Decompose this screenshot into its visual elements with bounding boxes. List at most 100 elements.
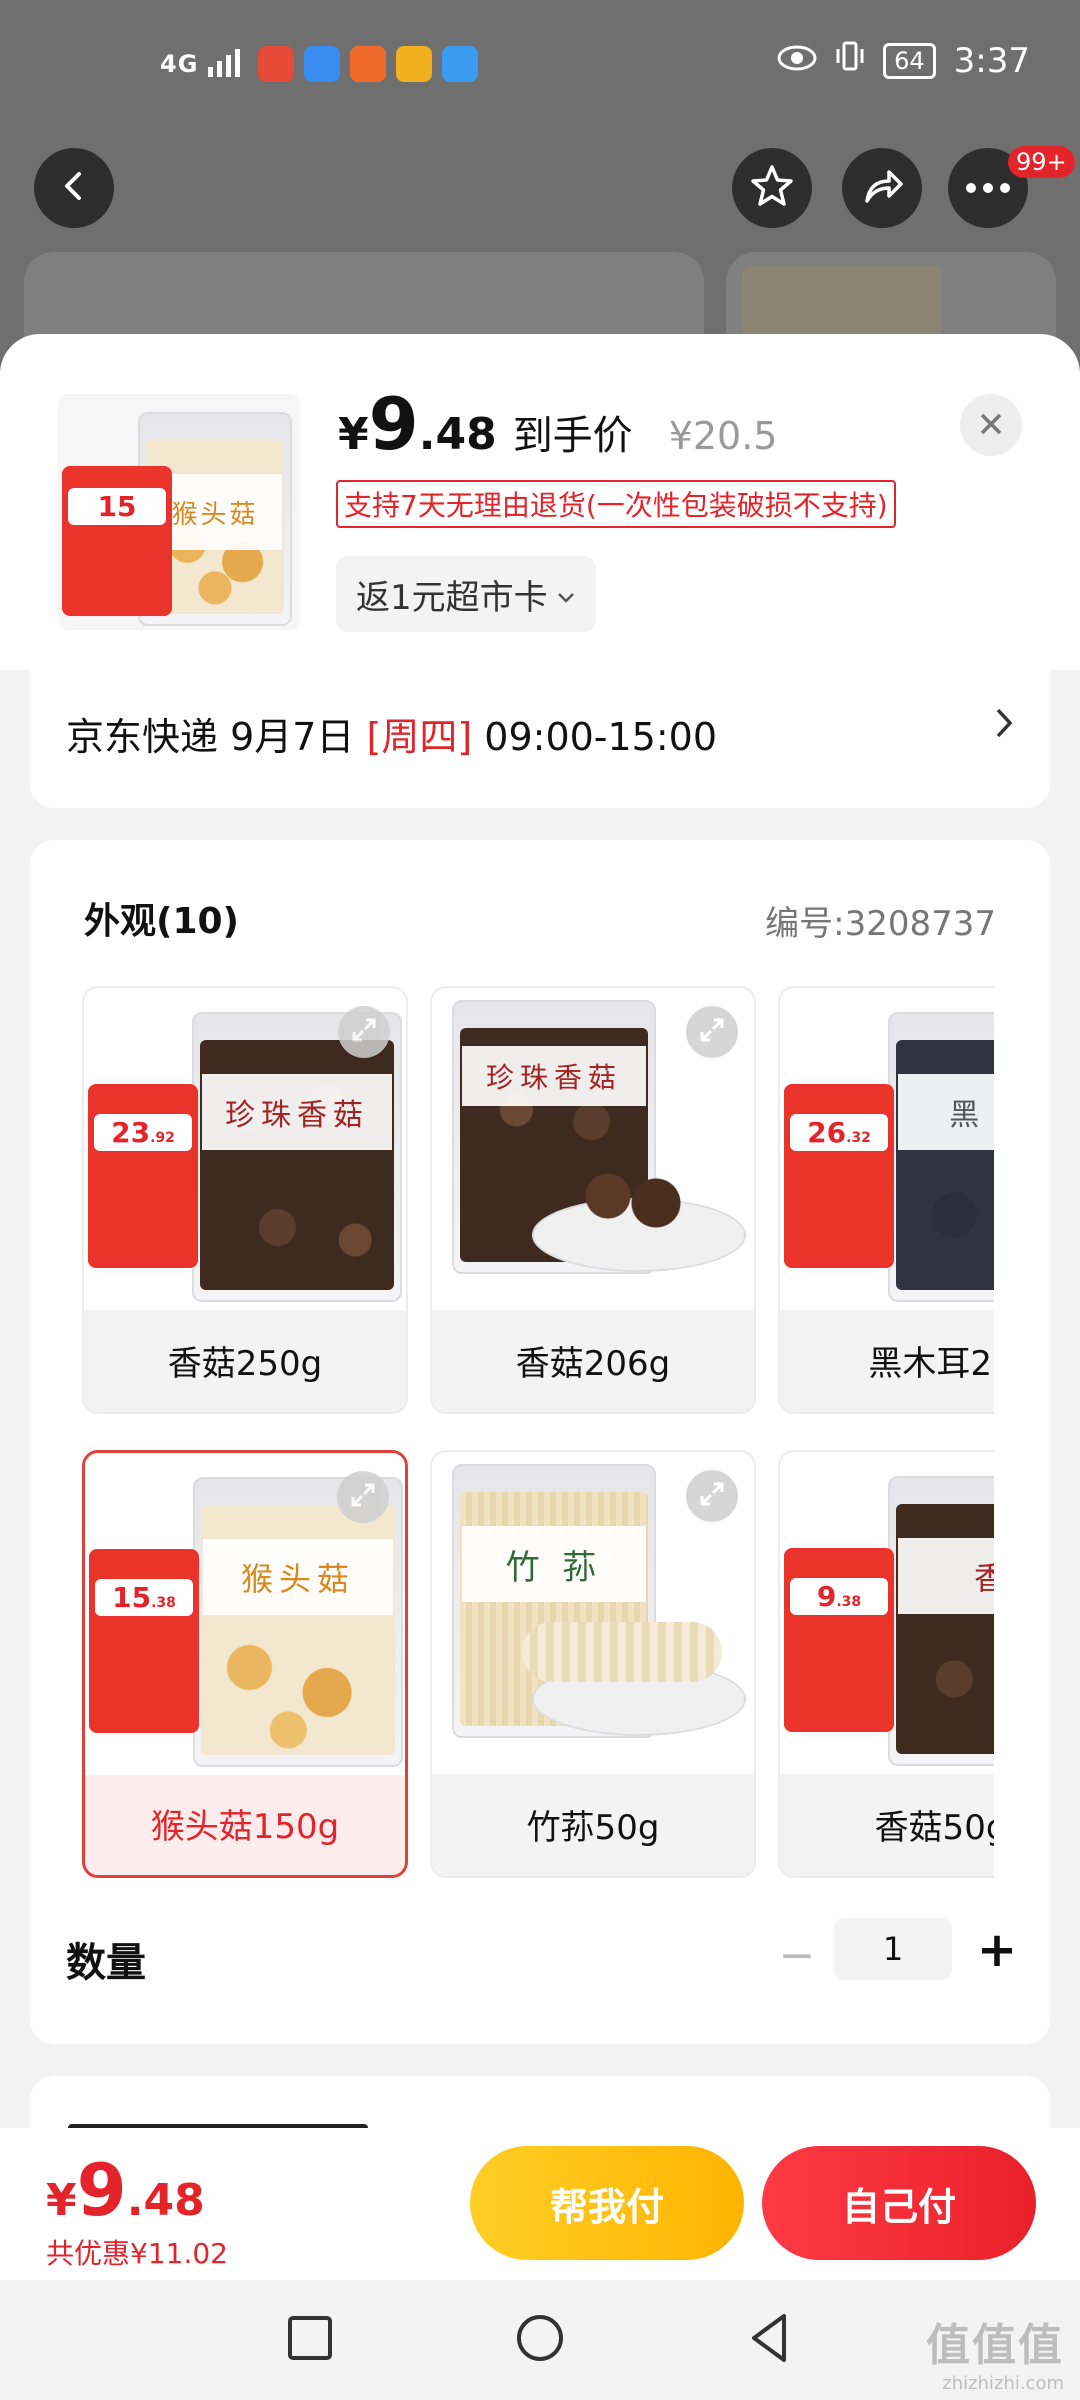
eye-icon bbox=[777, 41, 817, 81]
variant-image: 香 9.38 bbox=[780, 1452, 994, 1774]
product-thumbnail[interactable]: 猴头菇 15 bbox=[58, 394, 300, 630]
total-currency: ¥ bbox=[46, 2175, 77, 2226]
cashback-label: 返1元超市卡 bbox=[356, 577, 548, 618]
variant-label: 黑木耳25 bbox=[868, 1343, 994, 1384]
status-right: 64 3:37 bbox=[777, 40, 1030, 81]
variant-image: 珍珠香菇 23.92 bbox=[84, 988, 406, 1310]
pack-label: 珍珠香菇 bbox=[202, 1074, 392, 1150]
expand-button[interactable] bbox=[686, 1006, 738, 1058]
price-decimal: .48 bbox=[418, 409, 497, 460]
variant-grid: 珍珠香菇 23.92 香菇250g 珍珠香菇 香菇206g 黑 26.32 黑木… bbox=[82, 986, 994, 1886]
checkout-bar: ¥ 9 .48 共优惠¥11.02 帮我付 自己付 bbox=[0, 2128, 1080, 2280]
promo-price: 15 bbox=[112, 1581, 152, 1614]
variant-image: 猴头菇 15.38 bbox=[85, 1453, 405, 1775]
browser-app-icon bbox=[304, 46, 341, 82]
promo-price-decimal: .38 bbox=[151, 1595, 176, 1611]
status-left: 4G bbox=[160, 46, 479, 82]
pay-myself-button[interactable]: 自己付 bbox=[762, 2146, 1036, 2260]
variant-card[interactable]: 竹 荪 竹荪50g bbox=[430, 1450, 756, 1878]
variant-section: 外观(10) 编号:3208737 珍珠香菇 23.92 香菇250g 珍珠香菇… bbox=[30, 840, 1050, 2044]
star-icon bbox=[749, 163, 795, 213]
signal-indicator: 4G bbox=[160, 50, 199, 78]
variant-label: 香菇206g bbox=[515, 1343, 671, 1384]
total-decimal: .48 bbox=[126, 2175, 205, 2226]
app-icon bbox=[350, 46, 387, 82]
close-icon bbox=[978, 405, 1004, 446]
promo-price: 15 bbox=[97, 490, 137, 523]
promo-price-decimal: .38 bbox=[836, 1594, 862, 1610]
chevron-left-icon bbox=[56, 168, 92, 208]
variant-image: 黑 木 26.32 bbox=[780, 988, 994, 1310]
price-line: ¥ 9 .48 到手价 ¥20.5 bbox=[338, 382, 777, 466]
quantity-decrease-button[interactable]: − bbox=[772, 1930, 822, 1981]
pack-label: 香 bbox=[898, 1538, 994, 1614]
expand-icon bbox=[699, 1017, 725, 1047]
variant-card[interactable]: 珍珠香菇 23.92 香菇250g bbox=[82, 986, 408, 1414]
variant-image: 竹 荪 bbox=[432, 1452, 754, 1774]
weibo-app-icon bbox=[258, 46, 295, 82]
variant-label: 竹荪50g bbox=[526, 1807, 660, 1848]
mushroom-pile bbox=[572, 1168, 692, 1238]
quantity-label: 数量 bbox=[66, 1940, 146, 1986]
back-nav-button[interactable] bbox=[740, 2308, 800, 2368]
pack-label: 黑 木 bbox=[898, 1074, 994, 1150]
home-button[interactable] bbox=[510, 2308, 570, 2368]
final-price-label: 到手价 bbox=[512, 413, 633, 459]
bamboo-fungus bbox=[522, 1622, 722, 1682]
variant-label: 猴头菇150g bbox=[150, 1806, 340, 1847]
pack-label: 竹 荪 bbox=[462, 1526, 646, 1602]
delivery-weekday: [周四] bbox=[366, 715, 473, 759]
delivery-info: 京东快递 9月7日 [周四] 09:00-15:00 bbox=[66, 706, 717, 761]
vibrate-icon bbox=[835, 40, 865, 81]
sheet-header: 猴头菇 15 ¥ 9 .48 到手价 ¥20.5 支持7天无理由退货(一次性包装… bbox=[0, 334, 1080, 670]
variant-card[interactable]: 黑 木 26.32 黑木耳25 bbox=[778, 986, 994, 1414]
variant-card-selected[interactable]: 猴头菇 15.38 猴头菇150g bbox=[82, 1450, 408, 1878]
price-currency: ¥ bbox=[338, 409, 369, 460]
quantity-input[interactable]: 1 bbox=[834, 1918, 952, 1980]
promo-price: 26 bbox=[807, 1116, 847, 1149]
original-price: ¥20.5 bbox=[668, 414, 778, 458]
promo-price-decimal: .32 bbox=[846, 1130, 871, 1146]
more-dots-icon bbox=[965, 179, 1011, 198]
total-price: ¥ 9 .48 bbox=[46, 2148, 205, 2232]
variant-card[interactable]: 珍珠香菇 香菇206g bbox=[430, 986, 756, 1414]
expand-button[interactable] bbox=[337, 1471, 389, 1523]
watermark-logo: 值值值 bbox=[926, 2320, 1064, 2371]
share-icon bbox=[859, 163, 905, 213]
battery-indicator: 64 bbox=[883, 42, 936, 79]
clock: 3:37 bbox=[953, 40, 1030, 81]
variant-label: 香菇250g bbox=[167, 1343, 323, 1384]
weather-app-icon bbox=[442, 46, 479, 82]
close-button[interactable] bbox=[960, 394, 1022, 456]
return-policy-tag: 支持7天无理由退货(一次性包装破损不支持) bbox=[336, 480, 896, 528]
chevron-right-icon bbox=[994, 704, 1014, 750]
cashback-dropdown[interactable]: 返1元超市卡 bbox=[336, 556, 596, 632]
variant-card[interactable]: 香 9.38 香菇50g bbox=[778, 1450, 994, 1878]
chevron-down-icon bbox=[556, 574, 576, 614]
expand-icon bbox=[699, 1481, 725, 1511]
variant-image: 珍珠香菇 bbox=[432, 988, 754, 1310]
pack-label: 珍珠香菇 bbox=[462, 1046, 646, 1106]
promo-price-decimal: .92 bbox=[150, 1130, 175, 1146]
promo-price: 23 bbox=[111, 1116, 151, 1149]
total-saving: 共优惠¥11.02 bbox=[46, 2237, 228, 2270]
expand-button[interactable] bbox=[338, 1006, 390, 1058]
expand-icon bbox=[351, 1017, 377, 1047]
share-button[interactable] bbox=[842, 148, 922, 228]
variant-title: 外观(10) bbox=[84, 901, 240, 942]
favorite-button[interactable] bbox=[732, 148, 812, 228]
system-navigation-bar: 值值值 zhizhizhi.com bbox=[0, 2280, 1080, 2400]
watermark-url: zhizhizhi.com bbox=[942, 2373, 1064, 2394]
product-code: 编号:3208737 bbox=[765, 904, 996, 944]
expand-icon bbox=[350, 1482, 376, 1512]
more-badge: 99+ bbox=[1008, 146, 1075, 178]
quantity-increase-button[interactable]: + bbox=[972, 1922, 1022, 1978]
delivery-carrier-date: 京东快递 9月7日 bbox=[66, 715, 355, 759]
watermark: 值值值 zhizhizhi.com bbox=[926, 2309, 1064, 2394]
recent-apps-button[interactable] bbox=[280, 2308, 340, 2368]
pay-for-me-button[interactable]: 帮我付 bbox=[470, 2146, 744, 2260]
expand-button[interactable] bbox=[686, 1470, 738, 1522]
pack-label: 猴头菇 bbox=[203, 1539, 393, 1615]
delivery-time-window: 09:00-15:00 bbox=[484, 715, 718, 759]
back-button[interactable] bbox=[34, 148, 114, 228]
